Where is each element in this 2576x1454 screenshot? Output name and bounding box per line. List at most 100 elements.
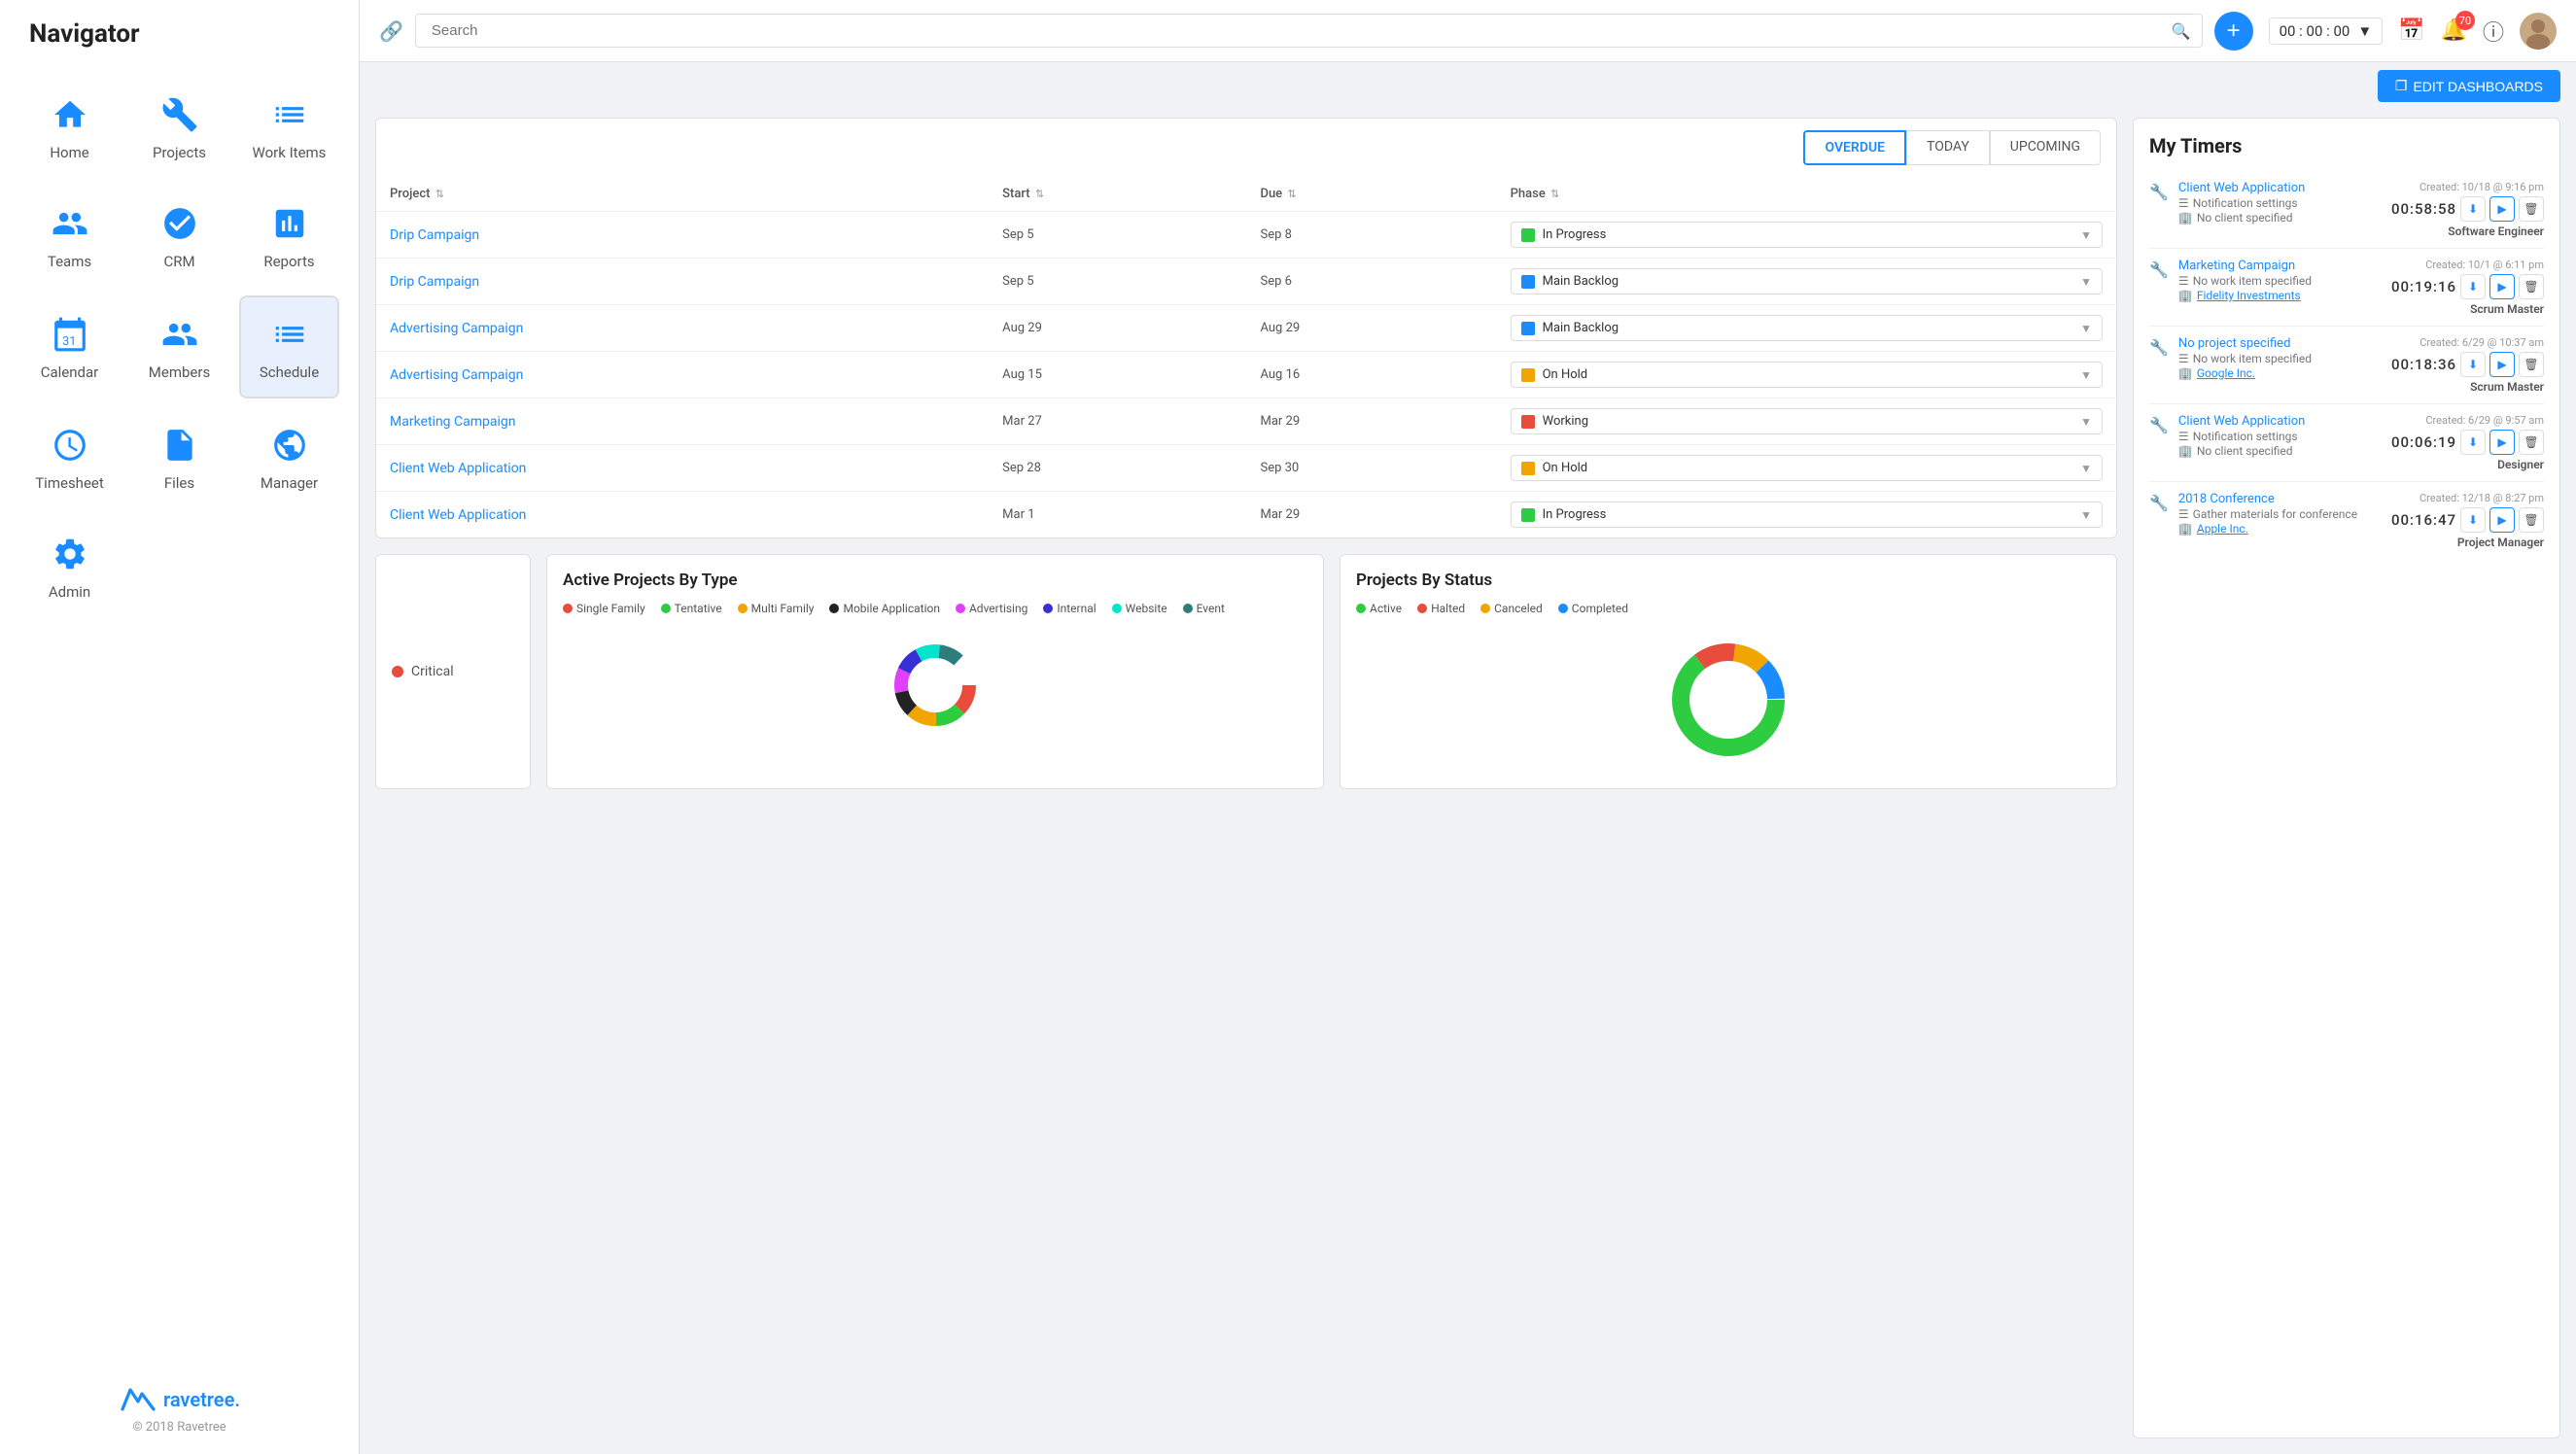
- phase-dropdown-arrow: ▼: [2080, 415, 2092, 429]
- timer-delete-button[interactable]: 🗑: [2519, 507, 2544, 533]
- timer-play-button[interactable]: ▶: [2489, 196, 2515, 222]
- timer-controls: 00:06:19 ⬇ ▶ 🗑: [2391, 430, 2544, 455]
- sidebar-item-projects[interactable]: Projects: [129, 78, 229, 177]
- phase-badge[interactable]: Main Backlog ▼: [1511, 315, 2103, 341]
- timer-project-link[interactable]: 2018 Conference: [2178, 492, 2382, 506]
- sidebar-item-work-items[interactable]: Work Items: [239, 78, 339, 177]
- crm-icon: [158, 202, 201, 245]
- project-link[interactable]: Client Web Application: [390, 461, 526, 476]
- search-input[interactable]: [415, 14, 2203, 48]
- table-row: Advertising Campaign Aug 15 Aug 16 On Ho…: [376, 352, 2116, 398]
- sidebar-item-members[interactable]: Members: [129, 295, 229, 398]
- timer-wrench-icon: 🔧: [2149, 416, 2169, 434]
- timer-play-button[interactable]: ▶: [2489, 430, 2515, 455]
- timer-project-link[interactable]: Marketing Campaign: [2178, 259, 2382, 273]
- user-avatar[interactable]: [2520, 13, 2557, 50]
- project-link[interactable]: Advertising Campaign: [390, 321, 523, 336]
- timer-download-button[interactable]: ⬇: [2460, 507, 2486, 533]
- legend-dot: [956, 604, 965, 613]
- project-link[interactable]: Drip Campaign: [390, 227, 479, 243]
- timer-client-link[interactable]: Fidelity Investments: [2197, 289, 2301, 302]
- project-link[interactable]: Marketing Campaign: [390, 414, 516, 430]
- timer-info: 2018 Conference ☰ Gather materials for c…: [2178, 492, 2382, 536]
- sidebar-item-home[interactable]: Home: [19, 78, 120, 177]
- tab-today[interactable]: TODAY: [1906, 130, 1990, 165]
- sidebar-item-calendar[interactable]: 31 Calendar: [19, 295, 120, 398]
- timer-project-link[interactable]: Client Web Application: [2178, 181, 2382, 195]
- phase-dropdown-arrow: ▼: [2080, 228, 2092, 242]
- sidebar-item-admin[interactable]: Admin: [19, 517, 120, 616]
- link-icon[interactable]: 🔗: [379, 19, 403, 43]
- timer-delete-button[interactable]: 🗑: [2519, 352, 2544, 377]
- content-area: OVERDUE TODAY UPCOMING Project ⇅ Start ⇅…: [360, 102, 2576, 1454]
- notification-icon[interactable]: 🔔 70: [2441, 18, 2467, 43]
- sidebar-item-teams[interactable]: Teams: [19, 187, 120, 286]
- timer-play-button[interactable]: ▶: [2489, 352, 2515, 377]
- tab-overdue[interactable]: OVERDUE: [1803, 130, 1906, 165]
- sidebar-item-crm[interactable]: CRM: [129, 187, 229, 286]
- project-link[interactable]: Client Web Application: [390, 507, 526, 523]
- phase-badge[interactable]: In Progress ▼: [1511, 222, 2103, 248]
- building-icon: 🏢: [2178, 289, 2193, 302]
- phase-text: On Hold: [1543, 461, 2073, 475]
- timer-download-button[interactable]: ⬇: [2460, 352, 2486, 377]
- timer-delete-button[interactable]: 🗑: [2519, 274, 2544, 299]
- timer-client-row: 🏢 Apple Inc.: [2178, 522, 2382, 536]
- phase-dropdown-arrow: ▼: [2080, 508, 2092, 522]
- svg-text:31: 31: [62, 334, 76, 349]
- timer-project-link[interactable]: No project specified: [2178, 336, 2382, 351]
- timer-display[interactable]: 00 : 00 : 00 ▼: [2269, 17, 2384, 45]
- active-projects-chart: [563, 627, 1307, 744]
- phase-badge[interactable]: On Hold ▼: [1511, 362, 2103, 388]
- edit-dashboards-icon: ❐: [2395, 78, 2408, 94]
- sidebar-item-files[interactable]: Files: [129, 408, 229, 507]
- edit-dashboards-bar: ❐ EDIT DASHBOARDS: [360, 62, 2576, 102]
- timer-play-button[interactable]: ▶: [2489, 274, 2515, 299]
- timer-work-item: ☰ Notification settings: [2178, 196, 2382, 210]
- phase-badge[interactable]: In Progress ▼: [1511, 502, 2103, 528]
- timer-download-button[interactable]: ⬇: [2460, 274, 2486, 299]
- timer-play-button[interactable]: ▶: [2489, 507, 2515, 533]
- timer-project-link[interactable]: Client Web Application: [2178, 414, 2382, 429]
- timer-delete-button[interactable]: 🗑: [2519, 430, 2544, 455]
- timer-work-item-label: Gather materials for conference: [2193, 507, 2357, 521]
- help-icon[interactable]: ⓘ: [2483, 16, 2504, 47]
- add-button[interactable]: +: [2214, 12, 2253, 51]
- phase-badge[interactable]: Working ▼: [1511, 408, 2103, 434]
- phase-color-dot: [1521, 322, 1535, 335]
- legend-label: Canceled: [1494, 602, 1543, 615]
- timer-delete-button[interactable]: 🗑: [2519, 196, 2544, 222]
- legend-label: Halted: [1431, 602, 1465, 615]
- timer-client-link[interactable]: Google Inc.: [2197, 366, 2255, 380]
- legend-item: Advertising: [956, 602, 1027, 615]
- phase-color-dot: [1521, 462, 1535, 475]
- project-link[interactable]: Advertising Campaign: [390, 367, 523, 383]
- phase-badge[interactable]: Main Backlog ▼: [1511, 268, 2103, 294]
- legend-item: Event: [1183, 602, 1225, 615]
- sidebar-label-files: Files: [164, 474, 194, 492]
- sidebar-item-schedule[interactable]: Schedule: [239, 295, 339, 398]
- project-link[interactable]: Drip Campaign: [390, 274, 479, 290]
- timer-controls: 00:19:16 ⬇ ▶ 🗑: [2391, 274, 2544, 299]
- timer-controls-area: Created: 6/29 @ 10:37 am 00:18:36 ⬇ ▶ 🗑 …: [2391, 336, 2544, 394]
- tab-upcoming[interactable]: UPCOMING: [1990, 130, 2101, 165]
- sidebar-item-reports[interactable]: Reports: [239, 187, 339, 286]
- phase-badge[interactable]: On Hold ▼: [1511, 455, 2103, 481]
- timer-client-link[interactable]: Apple Inc.: [2197, 522, 2248, 536]
- timer-role: Scrum Master: [2470, 380, 2544, 394]
- schedule-icon: [268, 313, 311, 356]
- sidebar-item-manager[interactable]: Manager: [239, 408, 339, 507]
- timer-client-row: 🏢 No client specified: [2178, 444, 2382, 458]
- admin-icon: [49, 533, 91, 575]
- sidebar-label-home: Home: [50, 144, 88, 161]
- sidebar-item-timesheet[interactable]: Timesheet: [19, 408, 120, 507]
- timer-entry: 🔧 Marketing Campaign ☰ No work item spec…: [2149, 249, 2544, 327]
- edit-dashboards-button[interactable]: ❐ EDIT DASHBOARDS: [2378, 70, 2560, 102]
- timer-work-item-label: No work item specified: [2193, 274, 2312, 288]
- search-box: 🔍: [415, 14, 2203, 48]
- timer-download-button[interactable]: ⬇: [2460, 196, 2486, 222]
- phase-color-dot: [1521, 275, 1535, 289]
- timer-download-button[interactable]: ⬇: [2460, 430, 2486, 455]
- calendar-header-icon[interactable]: 📅: [2398, 18, 2424, 43]
- logo: ravetree.: [119, 1385, 240, 1414]
